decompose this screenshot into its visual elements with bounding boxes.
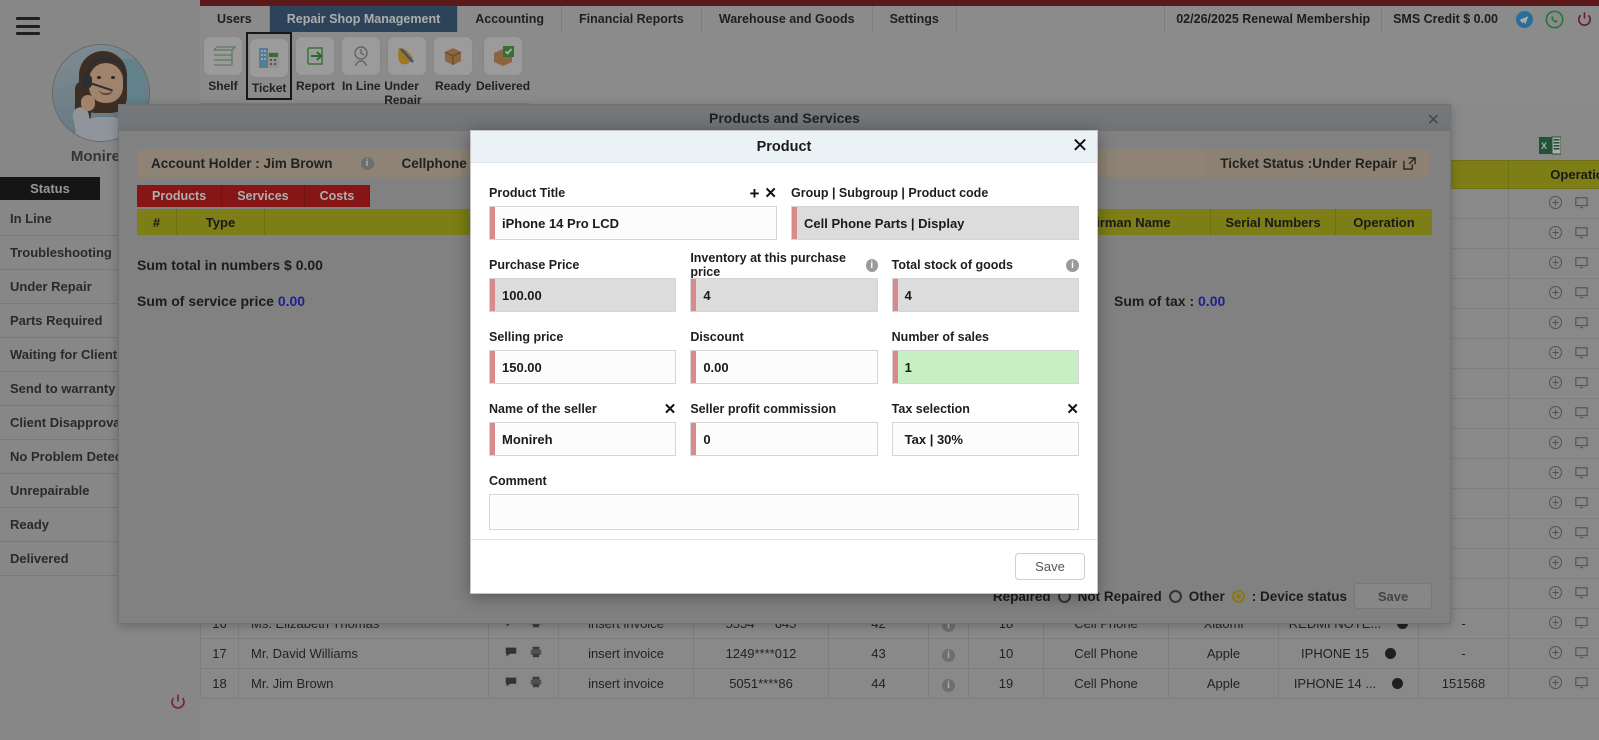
inventory-label: Inventory at this purchase price bbox=[690, 251, 846, 279]
number-of-sales-field: Number of sales 1 bbox=[891, 329, 1079, 384]
purchase-price-field: Purchase Price 100.00 bbox=[489, 257, 677, 312]
save-button[interactable]: Save bbox=[1015, 553, 1085, 580]
tax-selection-label-row: Tax selection ✕ bbox=[892, 401, 1079, 417]
number-of-sales-input[interactable]: 1 bbox=[891, 350, 1079, 384]
product-title-label-row: Product Title + ✕ bbox=[489, 185, 777, 202]
comment-label-row: Comment bbox=[489, 473, 1079, 489]
selling-price-field: Selling price 150.00 bbox=[489, 329, 677, 384]
product-title-input[interactable]: iPhone 14 Pro LCD bbox=[489, 206, 777, 240]
number-of-sales-label-row: Number of sales bbox=[892, 329, 1079, 345]
product-group-field: Group | Subgroup | Product code Cell Pho… bbox=[791, 185, 1079, 240]
selling-price-input[interactable]: 150.00 bbox=[489, 350, 677, 384]
total-stock-label-row: Total stock of goods i bbox=[892, 257, 1079, 273]
purchase-price-label: Purchase Price bbox=[489, 258, 580, 272]
close-icon[interactable]: ✕ bbox=[764, 186, 777, 201]
product-row-selling: Selling price 150.00 Discount 0.00 Numbe… bbox=[489, 329, 1079, 384]
product-row-title: Product Title + ✕ iPhone 14 Pro LCD Grou… bbox=[489, 185, 1079, 240]
product-title-label: Product Title bbox=[489, 186, 566, 200]
seller-name-label-row: Name of the seller ✕ bbox=[489, 401, 676, 417]
comment-textarea[interactable] bbox=[489, 494, 1079, 530]
comment-label: Comment bbox=[489, 474, 547, 488]
purchase-price-input[interactable]: 100.00 bbox=[489, 278, 677, 312]
plus-icon[interactable]: + bbox=[749, 185, 759, 202]
product-group-label-row: Group | Subgroup | Product code bbox=[791, 185, 1079, 201]
seller-commission-input[interactable]: 0 bbox=[690, 422, 878, 456]
seller-commission-label-row: Seller profit commission bbox=[690, 401, 877, 417]
discount-input[interactable]: 0.00 bbox=[690, 350, 878, 384]
product-row-seller: Name of the seller ✕ Monireh Seller prof… bbox=[489, 401, 1079, 456]
product-dialog-body: Product Title + ✕ iPhone 14 Pro LCD Grou… bbox=[471, 163, 1097, 530]
tax-selection-field: Tax selection ✕ Tax | 30% bbox=[891, 401, 1079, 456]
discount-label: Discount bbox=[690, 330, 744, 344]
close-icon[interactable]: ✕ bbox=[1068, 133, 1092, 157]
inventory-label-row: Inventory at this purchase price i bbox=[690, 251, 878, 279]
product-dialog-header: Product ✕ bbox=[471, 131, 1097, 163]
selling-price-label: Selling price bbox=[489, 330, 564, 344]
close-icon[interactable]: ✕ bbox=[664, 402, 677, 417]
total-stock-input[interactable]: 4 bbox=[891, 278, 1079, 312]
tax-selection-label: Tax selection bbox=[891, 402, 970, 416]
seller-name-field: Name of the seller ✕ Monireh bbox=[489, 401, 677, 456]
seller-name-label: Name of the seller bbox=[489, 402, 597, 416]
product-dialog-footer: Save bbox=[471, 539, 1097, 593]
selling-price-label-row: Selling price bbox=[489, 329, 676, 345]
purchase-price-label-row: Purchase Price bbox=[489, 257, 676, 273]
inventory-input[interactable]: 4 bbox=[690, 278, 878, 312]
discount-label-row: Discount bbox=[690, 329, 877, 345]
total-stock-label: Total stock of goods bbox=[891, 258, 1013, 272]
inventory-field: Inventory at this purchase price i 4 bbox=[690, 251, 878, 312]
discount-field: Discount 0.00 bbox=[690, 329, 878, 384]
tax-selection-input[interactable]: Tax | 30% bbox=[891, 422, 1079, 456]
product-dialog-title: Product bbox=[756, 138, 812, 155]
total-stock-field: Total stock of goods i 4 bbox=[891, 257, 1079, 312]
number-of-sales-label: Number of sales bbox=[891, 330, 989, 344]
product-row-purchase: Purchase Price 100.00 Inventory at this … bbox=[489, 251, 1079, 312]
product-title-field: Product Title + ✕ iPhone 14 Pro LCD bbox=[489, 185, 777, 240]
comment-field: Comment bbox=[489, 473, 1079, 530]
info-icon[interactable]: i bbox=[865, 258, 878, 272]
info-icon[interactable]: i bbox=[1065, 258, 1079, 272]
close-icon[interactable]: ✕ bbox=[1066, 402, 1079, 417]
seller-commission-field: Seller profit commission 0 bbox=[690, 401, 878, 456]
seller-name-input[interactable]: Monireh bbox=[489, 422, 677, 456]
product-group-label: Group | Subgroup | Product code bbox=[791, 186, 989, 200]
product-dialog: Product ✕ Product Title + ✕ iPhone 14 Pr… bbox=[470, 130, 1098, 594]
product-group-input[interactable]: Cell Phone Parts | Display bbox=[791, 206, 1079, 240]
seller-commission-label: Seller profit commission bbox=[690, 402, 837, 416]
